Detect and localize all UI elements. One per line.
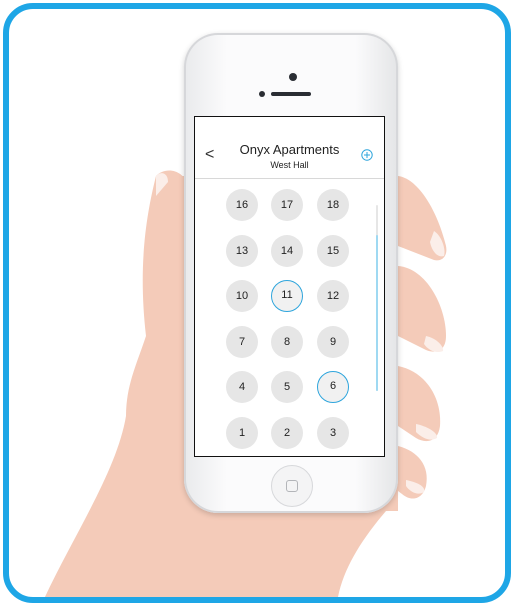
floor-button-4[interactable]: 4 <box>226 371 258 403</box>
floor-button-3[interactable]: 3 <box>317 416 349 449</box>
floor-button-17[interactable]: 17 <box>271 189 303 221</box>
floor-button-10[interactable]: 10 <box>226 280 258 312</box>
floor-button-12[interactable]: 12 <box>317 280 349 312</box>
floor-button-5[interactable]: 5 <box>271 371 303 403</box>
scrollbar-thumb[interactable] <box>376 235 378 391</box>
floor-grid: 16 17 18 13 14 15 10 11 12 7 8 9 4 5 6 1 2 3 <box>195 179 384 456</box>
plus-circle-icon[interactable] <box>361 149 373 161</box>
floor-button-15[interactable]: 15 <box>317 234 349 267</box>
floor-button-14[interactable]: 14 <box>271 234 303 267</box>
camera-icon <box>289 73 297 81</box>
home-button[interactable] <box>271 465 313 507</box>
sensor-dot <box>259 91 265 97</box>
floor-button-6[interactable]: 6 <box>317 371 349 403</box>
speaker-grille <box>271 92 311 96</box>
floor-button-1[interactable]: 1 <box>226 416 258 449</box>
floor-button-13[interactable]: 13 <box>226 234 258 267</box>
home-square-icon <box>286 480 298 492</box>
floor-button-7[interactable]: 7 <box>226 325 258 358</box>
app-screen: < Onyx Apartments West Hall 16 17 18 13 14 15… <box>194 116 385 457</box>
floor-button-18[interactable]: 18 <box>317 189 349 221</box>
floor-button-9[interactable]: 9 <box>317 325 349 358</box>
building-subtitle: West Hall <box>270 160 309 170</box>
floor-button-2[interactable]: 2 <box>271 416 303 449</box>
image-frame: < Onyx Apartments West Hall 16 17 18 13 14 15… <box>3 3 511 603</box>
floor-button-16[interactable]: 16 <box>226 189 258 221</box>
floor-button-8[interactable]: 8 <box>271 325 303 358</box>
floor-button-11[interactable]: 11 <box>271 280 303 312</box>
app-header: < Onyx Apartments West Hall <box>195 117 384 177</box>
building-title: Onyx Apartments <box>239 142 340 157</box>
